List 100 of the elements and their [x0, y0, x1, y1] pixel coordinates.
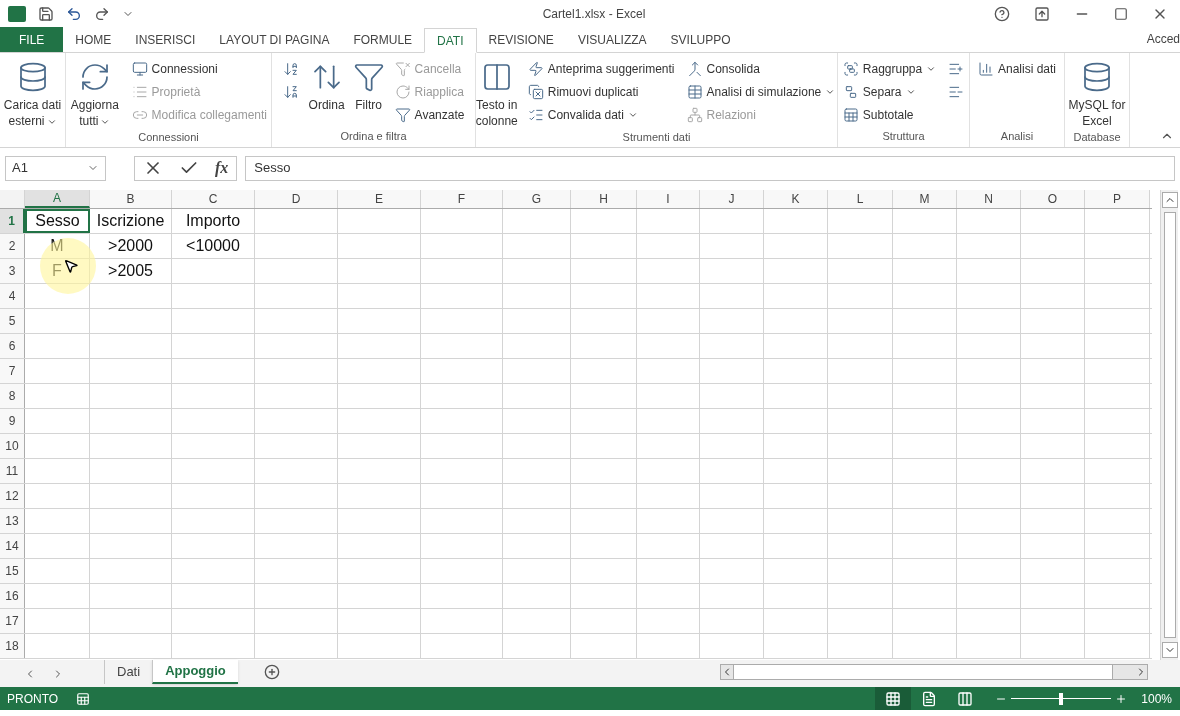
- horizontal-scrollbar[interactable]: [720, 664, 1148, 680]
- table-cell[interactable]: >2000: [90, 234, 172, 258]
- scroll-thumb[interactable]: [733, 665, 1113, 679]
- ribbon-button[interactable]: Ordina: [306, 57, 347, 113]
- zoom-thumb[interactable]: [1059, 692, 1064, 705]
- ribbon-tab[interactable]: REVISIONE: [476, 28, 566, 52]
- row-header[interactable]: 4: [0, 284, 25, 308]
- vertical-scrollbar[interactable]: [1160, 190, 1178, 660]
- row-header[interactable]: 11: [0, 459, 25, 483]
- save-icon[interactable]: [38, 6, 54, 22]
- redo-icon[interactable]: [94, 6, 110, 22]
- column-header[interactable]: P: [1085, 190, 1150, 208]
- column-header[interactable]: O: [1021, 190, 1085, 208]
- column-header[interactable]: G: [503, 190, 571, 208]
- row-header[interactable]: 14: [0, 534, 25, 558]
- scroll-thumb[interactable]: [1163, 212, 1176, 638]
- window-title: Cartel1.xlsx - Excel: [542, 6, 646, 23]
- add-sheet-icon[interactable]: [263, 664, 280, 680]
- table-cell[interactable]: Sesso: [25, 209, 90, 233]
- view-button[interactable]: [875, 687, 912, 710]
- account-name[interactable]: Acced: [1146, 30, 1180, 52]
- ribbon-tab[interactable]: FILE: [0, 27, 64, 52]
- group-label: Database: [1072, 130, 1122, 145]
- row-header[interactable]: 6: [0, 334, 25, 358]
- ribbon-button[interactable]: Raggruppa: [838, 57, 941, 80]
- name-box[interactable]: A1: [5, 155, 106, 181]
- group-label: Strumenti dati: [621, 130, 692, 145]
- row-header[interactable]: 3: [0, 259, 25, 283]
- reapply-icon: [394, 83, 411, 100]
- row-header[interactable]: 8: [0, 384, 25, 408]
- page-layout-icon: [921, 690, 938, 707]
- table-cell[interactable]: >2005: [90, 259, 172, 283]
- row-header[interactable]: 9: [0, 409, 25, 433]
- column-header[interactable]: I: [637, 190, 700, 208]
- row-header[interactable]: 13: [0, 509, 25, 533]
- column-header[interactable]: J: [700, 190, 764, 208]
- ribbon-button[interactable]: Convalida dati: [523, 103, 679, 126]
- column-header[interactable]: C: [172, 190, 255, 208]
- ribbon-button[interactable]: Connessioni: [127, 57, 271, 80]
- column-header[interactable]: N: [957, 190, 1021, 208]
- row-header[interactable]: 10: [0, 434, 25, 458]
- ribbon-button[interactable]: Testo in colonne: [473, 57, 520, 129]
- normal-view-icon: [885, 690, 902, 707]
- zoom-level[interactable]: 100%: [1141, 689, 1172, 708]
- table-cell[interactable]: Iscrizione: [90, 209, 172, 233]
- group-label: Struttura: [881, 128, 926, 144]
- column-header[interactable]: D: [255, 190, 338, 208]
- table-cell[interactable]: Importo: [172, 209, 255, 233]
- table-cell[interactable]: <10000: [172, 234, 255, 258]
- column-header[interactable]: H: [571, 190, 637, 208]
- network-icon: [686, 106, 703, 123]
- ribbon-button[interactable]: Avanzate: [390, 103, 469, 126]
- zoom-in-icon[interactable]: [1115, 692, 1128, 705]
- merge-icon: [686, 60, 703, 77]
- row-header[interactable]: 16: [0, 584, 25, 608]
- ribbon-button[interactable]: Subtotale: [838, 103, 941, 126]
- monitor-icon: [131, 60, 148, 77]
- ribbon-tab[interactable]: HOME: [63, 28, 124, 52]
- ribbon-tab[interactable]: VISUALIZZA: [565, 28, 659, 52]
- ribbon-tab[interactable]: INSERISCI: [123, 28, 208, 52]
- zoom-slider[interactable]: [1011, 692, 1112, 705]
- column-header[interactable]: K: [764, 190, 828, 208]
- row-header[interactable]: 15: [0, 559, 25, 583]
- ribbon-tab[interactable]: DATI: [424, 28, 477, 53]
- ribbon-tab[interactable]: LAYOUT DI PAGINA: [207, 28, 342, 52]
- sheet-tab[interactable]: Appoggio: [152, 660, 238, 684]
- ribbon-button[interactable]: Analisi dati: [974, 57, 1060, 80]
- ribbon-button[interactable]: Separa: [838, 80, 941, 103]
- column-header[interactable]: F: [421, 190, 503, 208]
- row-header[interactable]: 7: [0, 359, 25, 383]
- ribbon-button[interactable]: Consolida: [682, 57, 840, 80]
- row-header[interactable]: 5: [0, 309, 25, 333]
- ribbon-button[interactable]: MySQL for Excel: [1065, 57, 1129, 129]
- column-header[interactable]: A: [25, 190, 90, 208]
- filter-icon: [394, 106, 411, 123]
- insert-function-button[interactable]: fx: [215, 156, 229, 180]
- column-header[interactable]: L: [828, 190, 893, 208]
- ribbon-button[interactable]: Aggiorna tutti: [66, 57, 124, 129]
- ribbon-options-icon[interactable]: [1034, 6, 1050, 22]
- database-icon: [1081, 61, 1113, 93]
- group-label: Ordina e filtra: [339, 128, 408, 144]
- row-header[interactable]: 17: [0, 609, 25, 633]
- row-header[interactable]: 18: [0, 634, 25, 658]
- undo-icon[interactable]: [66, 6, 82, 22]
- maximize-icon[interactable]: [1114, 7, 1128, 21]
- help-icon[interactable]: [994, 6, 1010, 22]
- column-header[interactable]: M: [893, 190, 957, 208]
- ribbon-tab[interactable]: SVILUPPO: [658, 28, 743, 52]
- ribbon-button[interactable]: Carica dati esterni: [0, 57, 65, 129]
- ribbon-button[interactable]: Analisi di simulazione: [682, 80, 840, 103]
- row-header[interactable]: 1: [0, 209, 25, 233]
- ribbon-button[interactable]: Rimuovi duplicati: [523, 80, 679, 103]
- row-header[interactable]: 12: [0, 484, 25, 508]
- column-header[interactable]: B: [90, 190, 172, 208]
- ribbon-tab[interactable]: FORMULE: [341, 28, 425, 52]
- row-header[interactable]: 2: [0, 234, 25, 258]
- ribbon-button[interactable]: Filtro: [350, 57, 387, 113]
- column-header[interactable]: E: [338, 190, 421, 208]
- ribbon-button[interactable]: Anteprima suggerimenti: [523, 57, 679, 80]
- formula-field[interactable]: Sesso: [245, 155, 1175, 181]
